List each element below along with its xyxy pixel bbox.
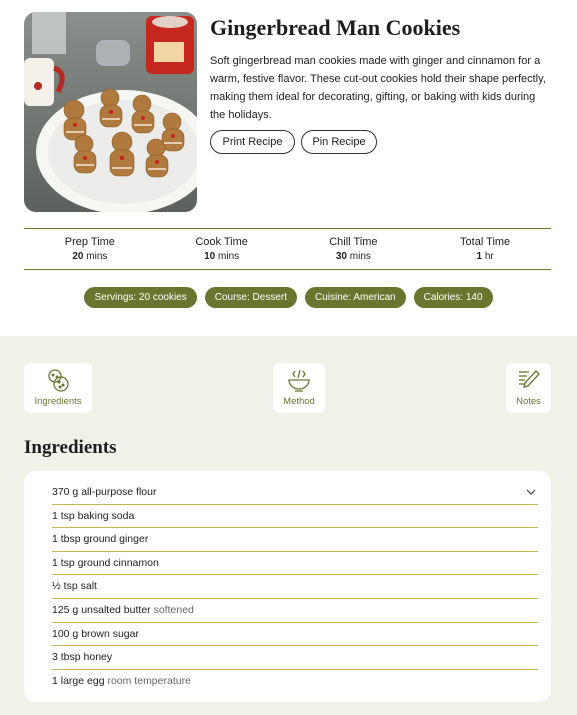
tab-label: Method	[283, 396, 315, 407]
recipe-description: Soft gingerbread man cookies made with g…	[210, 55, 546, 121]
recipe-title: Gingerbread Man Cookies	[210, 15, 461, 40]
prep-time: Prep Time 20 mins	[24, 229, 156, 269]
time-value: 30 mins	[335, 251, 371, 262]
time-value: 1 hr	[476, 251, 494, 262]
ingredient-text: 370 g all-purpose flour	[52, 486, 157, 498]
ingredient-text: 1 tsp ground cinnamon	[52, 556, 159, 569]
ingredient-text: 1 large egg	[52, 674, 105, 687]
time-label: Prep Time	[64, 236, 115, 248]
list-item: 3 tbsp honey	[52, 646, 538, 670]
ingredient-text: 1 tbsp ground ginger	[52, 533, 149, 546]
chill-time: Chill Time 30 mins	[288, 229, 420, 269]
ingredient-text: 1 tsp baking soda	[52, 509, 135, 522]
chevron-down-icon[interactable]	[526, 487, 536, 497]
list-item: 1 tbsp ground ginger	[52, 528, 538, 552]
time-label: Chill Time	[329, 236, 378, 248]
cookies-icon	[48, 369, 69, 392]
course-badge: Course: Dessert	[204, 287, 297, 308]
total-time: Total Time 1 hr	[419, 229, 551, 269]
recipe-times: Prep Time 20 mins Cook Time 10 mins Chil…	[24, 228, 551, 270]
ingredients-card: 370 g all-purpose flour 1 tsp baking sod…	[24, 471, 551, 702]
ingredients-list: 370 g all-purpose flour 1 tsp baking sod…	[52, 481, 538, 693]
recipe-header: Gingerbread Man Cookies Soft gingerbread…	[0, 0, 577, 336]
list-item: 1 tsp ground cinnamon	[52, 552, 538, 576]
recipe-meta-pills: Servings: 20 cookies Course: Dessert Cui…	[0, 287, 577, 308]
pin-recipe-button[interactable]: Pin Recipe	[301, 130, 377, 154]
servings-badge: Servings: 20 cookies	[84, 287, 197, 308]
ingredient-text: 100 g brown sugar	[52, 627, 139, 640]
list-item: 370 g all-purpose flour	[52, 481, 538, 505]
cook-time: Cook Time 10 mins	[156, 229, 288, 269]
list-item: 125 g unsalted butter softened	[52, 599, 538, 623]
tab-ingredients[interactable]: Ingredients	[24, 363, 92, 413]
tab-label: Notes	[516, 396, 541, 407]
time-label: Total Time	[460, 236, 511, 248]
ingredient-text: ½ tsp salt	[52, 580, 97, 593]
gingerbread-cookies-image	[24, 12, 197, 212]
notes-pencil-icon	[518, 370, 540, 388]
calories-badge: Calories: 140	[413, 287, 493, 308]
recipe-photo	[24, 12, 197, 212]
ingredient-text: 3 tbsp honey	[52, 651, 113, 664]
ingredient-note: room temperature	[107, 674, 191, 687]
mixing-bowl-icon	[288, 369, 310, 392]
list-item: 1 large egg room temperature	[52, 670, 538, 694]
print-recipe-button[interactable]: Print Recipe	[210, 130, 295, 154]
ingredient-note: softened	[153, 603, 194, 616]
ingredient-text: 125 g unsalted butter	[52, 603, 151, 616]
time-label: Cook Time	[195, 236, 248, 248]
cuisine-badge: Cuisine: American	[305, 287, 406, 308]
time-value: 20 mins	[72, 251, 108, 262]
list-item: 1 tsp baking soda	[52, 505, 538, 529]
tab-method[interactable]: Method	[273, 363, 325, 413]
time-value: 10 mins	[204, 251, 240, 262]
list-item: ½ tsp salt	[52, 575, 538, 599]
list-item: 100 g brown sugar	[52, 623, 538, 647]
tab-label: Ingredients	[34, 396, 82, 407]
tab-notes[interactable]: Notes	[506, 363, 551, 413]
ingredients-heading: Ingredients	[24, 437, 117, 458]
